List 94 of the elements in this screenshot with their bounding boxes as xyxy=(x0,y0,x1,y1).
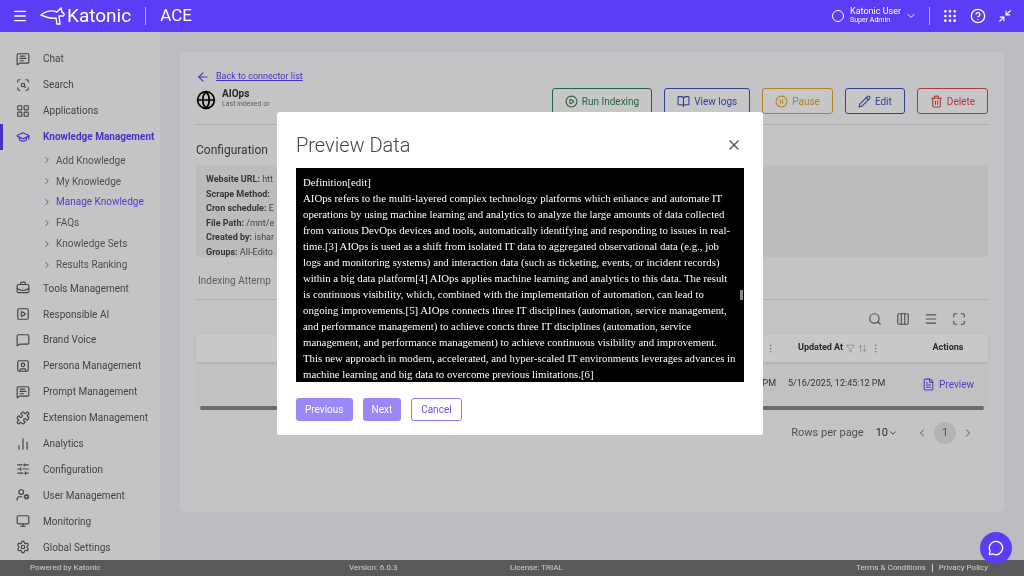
menu-icon[interactable] xyxy=(12,8,28,24)
chat-bubble-icon xyxy=(988,540,1004,556)
speech-bubble-icon xyxy=(16,332,30,347)
chevron-icon xyxy=(42,196,52,207)
chat-launcher-button[interactable] xyxy=(980,532,1012,564)
search-icon xyxy=(16,77,30,92)
config-row: Groups: All-Edito xyxy=(206,245,273,259)
section-title: Configuration xyxy=(196,142,268,159)
pencil-icon xyxy=(857,94,871,108)
sidebar-item[interactable]: Knowledge Management xyxy=(0,123,160,150)
scrollbar-thumb[interactable] xyxy=(740,290,743,300)
sidebar-item[interactable]: Responsible AI xyxy=(0,301,160,327)
sidebar-item[interactable]: Extension Management xyxy=(0,404,160,431)
prompt-list-icon xyxy=(16,384,30,399)
sidebar-item[interactable]: Configuration xyxy=(0,456,160,483)
rows-per-page-select[interactable]: 10 xyxy=(875,424,898,442)
connector-name: AIOps xyxy=(222,88,251,100)
book-icon xyxy=(677,94,691,108)
chevron-icon xyxy=(42,176,52,186)
sidebar-item[interactable]: Chat xyxy=(0,46,160,72)
page-button[interactable]: 1 xyxy=(934,422,956,444)
document-icon xyxy=(922,377,936,391)
dialog-title: Preview Data xyxy=(296,132,411,159)
kangaroo-logo-icon xyxy=(40,7,66,25)
monitor-icon xyxy=(16,514,30,529)
density-icon[interactable] xyxy=(924,312,938,326)
sidebar-item[interactable]: Monitoring xyxy=(0,508,160,535)
chevron-icon xyxy=(42,259,52,270)
dialog-button[interactable]: Next xyxy=(362,398,402,421)
user-name: Katonic User xyxy=(850,7,901,17)
sidebar-item[interactable]: Brand Voice xyxy=(0,326,160,353)
sidebar-subitem[interactable]: Manage Knowledge xyxy=(0,191,160,213)
graduation-cap-icon xyxy=(16,129,30,144)
play-icon xyxy=(16,307,30,321)
table-cell: PM xyxy=(762,377,776,391)
logo-text: Katonic xyxy=(67,2,132,29)
user-card-icon xyxy=(16,358,30,373)
content-heading: Definition[edit] xyxy=(303,175,372,190)
version-text: Version: 6.0.3 xyxy=(349,562,399,574)
sliders-icon xyxy=(16,462,30,477)
license-text: License: TRIAL xyxy=(510,562,563,574)
sidebar-item[interactable]: Global Settings xyxy=(0,534,160,560)
dropdown-caret-icon xyxy=(888,428,898,438)
globe-icon xyxy=(196,90,216,110)
back-link[interactable]: Back to connector list xyxy=(216,70,303,84)
toolbox-icon xyxy=(16,281,30,296)
powered-by-text: Powered by Katonic xyxy=(30,562,102,574)
play-icon xyxy=(564,94,578,108)
grid-icon xyxy=(16,103,30,118)
sidebar-subitem[interactable]: FAQs xyxy=(0,212,160,234)
chevron-icon xyxy=(42,155,52,166)
rows-per-page-label: Rows per page xyxy=(791,424,864,441)
chevron-icon xyxy=(42,217,52,228)
sidebar-item[interactable]: Prompt Management xyxy=(0,378,160,405)
dialog-button[interactable]: Previous xyxy=(296,398,353,421)
footer-link[interactable]: Terms & Conditions xyxy=(856,562,926,574)
sidebar-subitem[interactable]: Add Knowledge xyxy=(0,149,160,171)
puzzle-icon xyxy=(16,410,30,425)
sidebar-item[interactable]: Search xyxy=(0,71,160,98)
user-settings-icon xyxy=(16,488,30,503)
help-icon[interactable] xyxy=(970,8,986,24)
back-arrow-icon[interactable] xyxy=(196,70,210,84)
sidebar-subitem[interactable]: My Knowledge xyxy=(0,170,160,192)
apps-grid-icon[interactable] xyxy=(942,8,958,24)
sidebar-item[interactable]: Applications xyxy=(0,97,160,124)
sidebar-subitem[interactable]: Knowledge Sets xyxy=(0,233,160,255)
sidebar-item[interactable]: Analytics xyxy=(0,430,160,457)
search-icon[interactable] xyxy=(868,312,882,326)
pause-icon xyxy=(775,94,789,108)
sidebar-item[interactable]: Persona Management xyxy=(0,352,160,379)
bar-chart-icon xyxy=(16,436,30,451)
table-cell-text: 5/16/2025, 12:45:12 PM xyxy=(788,377,887,391)
config-row-text: Website URL: htt xyxy=(206,173,273,186)
indexing-tab[interactable]: Indexing Attemp xyxy=(198,275,271,286)
fullscreen-icon[interactable] xyxy=(952,312,966,326)
preview-button[interactable]: Preview xyxy=(908,376,988,392)
footer-link[interactable]: Privacy Policy xyxy=(938,562,988,574)
collapse-icon[interactable] xyxy=(998,9,1012,23)
sidebar-item[interactable]: User Management xyxy=(0,482,160,509)
sidebar-item[interactable]: Tools Management xyxy=(0,275,160,302)
trash-icon xyxy=(929,94,943,108)
chevron-icon xyxy=(42,238,52,249)
config-row-text: Cron schedule: E xyxy=(206,202,274,215)
sidebar-subitem[interactable]: Results Ranking xyxy=(0,254,160,276)
config-row: Scrape Method: xyxy=(206,187,270,201)
product-name: ACE xyxy=(160,4,192,28)
cancel-button[interactable]: Cancel xyxy=(411,398,462,421)
config-row-text: Created by: ishar xyxy=(206,231,275,244)
content-paragraph: AIOps refers to the multi-layered complex technology platforms which enhance and automate IT operations by using machine learning and analytics to analyze the large amounts of data collected from various DevOps devices and tools, automatically identifying and responding to issues in real-time.[3] AIOps is used as a shift from isolated IT data to aggregated observational data (e.g., job logs and monitoring systems) and interaction data (such as ticketing, events, or incident records) within a big data platform[4] AIOps applies machine learning and analytics to this data. The result is continuous visibility, which, combined with the implementation of automation, can lead to ongoing improvements.[5] AIOps connects three IT disciplines (automation, service management, and performance management) to achieve concts three IT disciplines (automation, service management, and performance management) to achieve continuous visibility and improvement. This new approach in modern, accelerated, and hyper-scaled IT environments leverages advances in machine learning and big data to overcome previous limitations.[6] xyxy=(303,191,737,382)
columns-icon[interactable] xyxy=(896,312,910,326)
settings-icon xyxy=(16,540,30,555)
column-header: Actions xyxy=(931,341,965,355)
config-row: File Path: /mnt/e xyxy=(206,216,275,230)
chat-icon xyxy=(16,51,30,66)
